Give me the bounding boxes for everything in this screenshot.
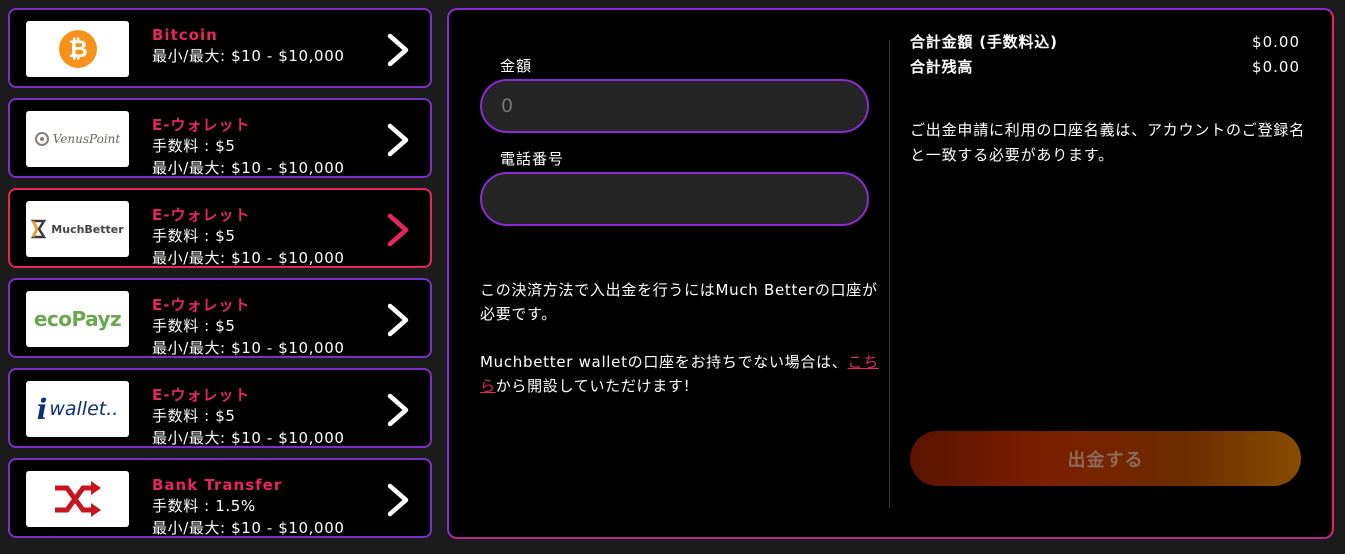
chevron-right-icon (387, 303, 409, 337)
method-limits: 最小/最大: $10 - $10,000 (152, 339, 345, 357)
venus-point-logo: VenusPoint (26, 111, 129, 167)
total-amount-value: $0.00 (1252, 33, 1300, 51)
method-limits: 最小/最大: $10 - $10,000 (152, 47, 345, 65)
total-balance-value: $0.00 (1252, 58, 1300, 76)
method-fee: 手数料 : $5 (152, 137, 236, 155)
method-title: Bank Transfer (152, 476, 283, 494)
method-bitcoin[interactable]: ₿ Bitcoin 最小/最大: $10 - $10,000 (8, 8, 432, 88)
method-limits: 最小/最大: $10 - $10,000 (152, 159, 345, 177)
chevron-right-icon (387, 213, 409, 247)
method-fee: 手数料 : 1.5% (152, 497, 256, 515)
method-muchbetter[interactable]: MuchBetter E-ウォレット 手数料 : $5 最小/最大: $10 -… (8, 188, 432, 268)
withdraw-button[interactable]: 出金する (910, 431, 1301, 486)
chevron-right-icon (387, 393, 409, 427)
method-limits: 最小/最大: $10 - $10,000 (152, 249, 345, 267)
amount-input[interactable] (480, 79, 869, 133)
info-text-2: Muchbetter walletの口座をお持ちでない場合は、こちらから開設して… (480, 353, 879, 395)
phone-label: 電話番号 (500, 150, 565, 168)
method-ecopayz[interactable]: ecoPayz E-ウォレット 手数料 : $5 最小/最大: $10 - $1… (8, 278, 432, 358)
bank-transfer-logo (26, 471, 129, 527)
chevron-right-icon (387, 483, 409, 517)
shuffle-icon (54, 481, 101, 517)
method-title: E-ウォレット (152, 206, 251, 224)
method-title: Bitcoin (152, 26, 218, 44)
bitcoin-logo: ₿ (26, 21, 129, 77)
muchbetter-logo: MuchBetter (26, 201, 129, 257)
method-venus-point[interactable]: VenusPoint E-ウォレット 手数料 : $5 最小/最大: $10 -… (8, 98, 432, 178)
method-title: E-ウォレット (152, 296, 251, 314)
total-balance-label: 合計残高 (910, 58, 974, 76)
panel-divider (889, 40, 890, 508)
method-fee: 手数料 : $5 (152, 227, 236, 245)
account-name-notice: ご出金申請に利用の口座名義は、アカウントのご登録名と一致する必要があります。 (910, 121, 1306, 164)
method-limits: 最小/最大: $10 - $10,000 (152, 429, 345, 447)
info-text-1: この決済方法で入出金を行うにはMuch Betterの口座が必要です。 (480, 281, 878, 323)
method-bank-transfer[interactable]: Bank Transfer 手数料 : 1.5% 最小/最大: $10 - $1… (8, 458, 432, 538)
svg-text:₿: ₿ (68, 35, 88, 63)
chevron-right-icon (387, 33, 409, 67)
method-fee: 手数料 : $5 (152, 407, 236, 425)
phone-input[interactable] (480, 172, 869, 226)
total-amount-label: 合計金額 (手数料込) (910, 33, 1058, 51)
method-fee: 手数料 : $5 (152, 317, 236, 335)
method-limits: 最小/最大: $10 - $10,000 (152, 519, 345, 537)
method-title: E-ウォレット (152, 116, 251, 134)
withdraw-panel: 金額 電話番号 この決済方法で入出金を行うにはMuch Betterの口座が必要… (447, 8, 1334, 539)
method-iwallet[interactable]: i wallet.. E-ウォレット 手数料 : $5 最小/最大: $10 -… (8, 368, 432, 448)
ecopayz-logo: ecoPayz (26, 291, 129, 347)
total-balance-row: 合計残高 $0.00 (910, 57, 1300, 77)
chevron-right-icon (387, 123, 409, 157)
method-title: E-ウォレット (152, 386, 251, 404)
total-amount-row: 合計金額 (手数料込) $0.00 (910, 32, 1300, 52)
amount-label: 金額 (500, 57, 533, 75)
iwallet-logo: i wallet.. (26, 381, 129, 437)
